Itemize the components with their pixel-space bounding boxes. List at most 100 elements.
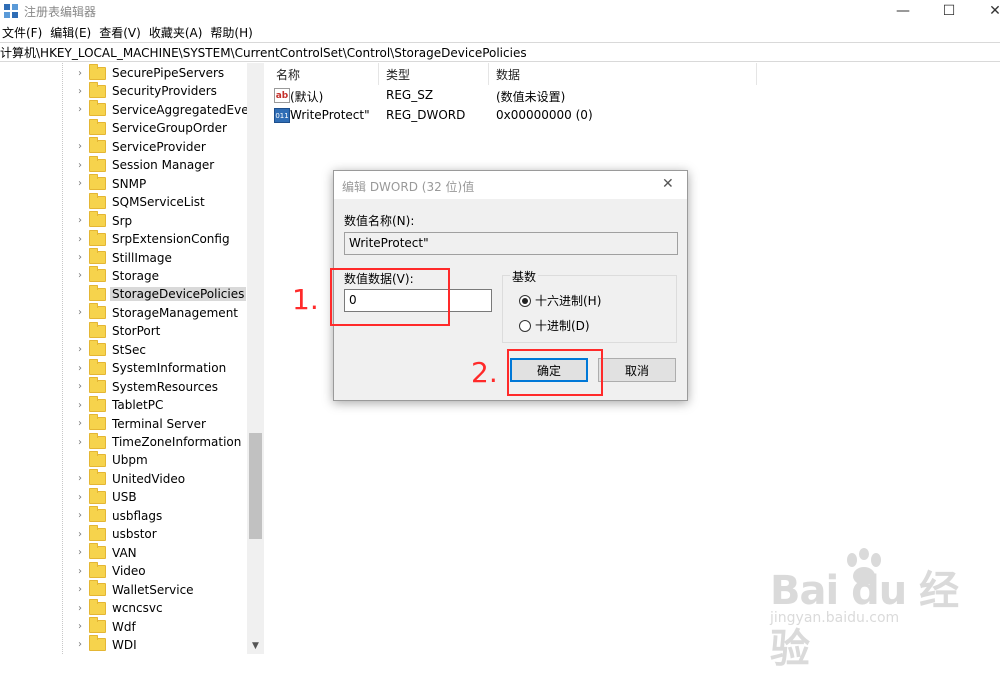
radio-dec-label[interactable]: 十进制(D) [535, 317, 590, 334]
tree-item-label[interactable]: Session Manager [110, 158, 216, 172]
tree-item[interactable]: › WDI [74, 635, 139, 654]
tree-item-label[interactable]: StillImage [110, 251, 174, 265]
close-button[interactable]: ✕ [972, 0, 1000, 22]
tree-item-label[interactable]: UnitedVideo [110, 472, 187, 486]
tree-item[interactable]: › SrpExtensionConfig [74, 229, 232, 248]
tree-item-label[interactable]: wcncsvc [110, 601, 165, 615]
column-header-data[interactable]: 数据 [496, 63, 520, 85]
tree-item-label[interactable]: StorageManagement [110, 306, 240, 320]
tree-item[interactable]: › TimeZoneInformation [74, 432, 243, 451]
dialog-close-icon[interactable]: ✕ [662, 176, 674, 192]
chevron-right-icon[interactable]: › [74, 492, 86, 503]
tree-item[interactable]: › usbstor [74, 524, 159, 543]
address-path[interactable]: 计算机\HKEY_LOCAL_MACHINE\SYSTEM\CurrentCon… [0, 44, 527, 61]
chevron-right-icon[interactable]: › [74, 86, 86, 97]
menu-file[interactable]: 文件(F) [0, 24, 48, 41]
chevron-right-icon[interactable]: › [74, 547, 86, 558]
chevron-right-icon[interactable]: › [74, 400, 86, 411]
chevron-right-icon[interactable]: › [74, 529, 86, 540]
tree-item[interactable]: › SecurePipeServers [74, 63, 226, 82]
tree-item-label[interactable]: SecurePipeServers [110, 66, 226, 80]
menu-view[interactable]: 查看(V) [97, 24, 147, 41]
tree-item-label[interactable]: Wdf [110, 620, 138, 634]
tree-item-label[interactable]: WalletService [110, 583, 196, 597]
tree-item[interactable]: › TabletPC [74, 395, 165, 414]
tree-item[interactable]: › SNMP [74, 174, 148, 193]
tree-item-label[interactable]: Terminal Server [110, 417, 208, 431]
menu-favorites[interactable]: 收藏夹(A) [147, 24, 209, 41]
tree-item-label[interactable]: StSec [110, 343, 148, 357]
tree-item-label[interactable]: TimeZoneInformation [110, 435, 243, 449]
tree-item[interactable]: › UnitedVideo [74, 469, 187, 488]
value-row-writeprotect[interactable]: 011 WriteProtect" REG_DWORD 0x00000000 (… [268, 106, 748, 125]
tree-item-label[interactable]: SrpExtensionConfig [110, 232, 232, 246]
scroll-down-icon[interactable]: ▼ [247, 637, 264, 654]
column-separator[interactable] [488, 63, 489, 85]
tree-item-label[interactable]: ServiceAggregatedEvents [110, 103, 263, 117]
chevron-right-icon[interactable]: › [74, 603, 86, 614]
tree-item[interactable]: StorageDevicePolicies [74, 284, 247, 303]
chevron-right-icon[interactable]: › [74, 234, 86, 245]
value-row-default[interactable]: ab (默认) REG_SZ (数值未设置) [268, 86, 748, 105]
chevron-right-icon[interactable]: › [74, 418, 86, 429]
tree-item-label[interactable]: ServiceProvider [110, 140, 208, 154]
value-name-field[interactable]: WriteProtect" [344, 232, 678, 255]
tree-item[interactable]: › usbflags [74, 506, 164, 525]
tree-item-label[interactable]: SecurityProviders [110, 84, 219, 98]
chevron-right-icon[interactable]: › [74, 363, 86, 374]
chevron-right-icon[interactable]: › [74, 510, 86, 521]
tree-item-label[interactable]: WDI [110, 638, 139, 652]
tree-item[interactable]: › Terminal Server [74, 414, 208, 433]
chevron-right-icon[interactable]: › [74, 344, 86, 355]
chevron-right-icon[interactable]: › [74, 566, 86, 577]
tree-item-label[interactable]: SQMServiceList [110, 195, 207, 209]
tree-item[interactable]: SQMServiceList [74, 192, 207, 211]
tree-item[interactable]: ServiceGroupOrder [74, 118, 229, 137]
cancel-button[interactable]: 取消 [598, 358, 676, 382]
chevron-right-icon[interactable]: › [74, 178, 86, 189]
tree-item[interactable]: › ServiceProvider [74, 137, 208, 156]
column-header-type[interactable]: 类型 [386, 63, 410, 85]
tree-item[interactable]: › Storage [74, 266, 161, 285]
chevron-right-icon[interactable]: › [74, 584, 86, 595]
tree-item-label[interactable]: Storage [110, 269, 161, 283]
chevron-right-icon[interactable]: › [74, 437, 86, 448]
tree-item-label[interactable]: SystemResources [110, 380, 220, 394]
radio-dec-icon[interactable] [519, 319, 531, 332]
registry-tree[interactable]: › SecurePipeServers › SecurityProviders › Ser… [0, 63, 264, 654]
radio-hex-label[interactable]: 十六进制(H) [535, 292, 601, 309]
column-header-name[interactable]: 名称 [276, 63, 300, 85]
tree-item-label[interactable]: ServiceGroupOrder [110, 121, 229, 135]
tree-item[interactable]: › StSec [74, 340, 148, 359]
tree-item[interactable]: › ServiceAggregatedEvents [74, 100, 263, 119]
tree-item-label[interactable]: usbflags [110, 509, 164, 523]
tree-item[interactable]: › SystemResources [74, 377, 220, 396]
tree-item-label[interactable]: StorageDevicePolicies [110, 287, 247, 302]
chevron-right-icon[interactable]: › [74, 307, 86, 318]
tree-item-label[interactable]: SystemInformation [110, 361, 228, 375]
menu-help[interactable]: 帮助(H) [208, 24, 258, 41]
tree-item[interactable]: › Srp [74, 211, 134, 230]
chevron-right-icon[interactable]: › [74, 215, 86, 226]
tree-item-label[interactable]: Video [110, 564, 148, 578]
tree-item[interactable]: › VAN [74, 543, 139, 562]
tree-item[interactable]: › USB [74, 487, 139, 506]
chevron-right-icon[interactable]: › [74, 160, 86, 171]
tree-item[interactable]: › wcncsvc [74, 598, 165, 617]
chevron-right-icon[interactable]: › [74, 381, 86, 392]
chevron-right-icon[interactable]: › [74, 270, 86, 281]
chevron-right-icon[interactable]: › [74, 621, 86, 632]
tree-item[interactable]: › Video [74, 561, 148, 580]
tree-item-label[interactable]: USB [110, 490, 139, 504]
radio-hex-icon[interactable] [519, 294, 531, 307]
radio-hex[interactable]: 十六进制(H) [519, 292, 601, 309]
tree-item[interactable]: › WalletService [74, 580, 196, 599]
tree-item-label[interactable]: StorPort [110, 324, 162, 338]
tree-item[interactable]: › StillImage [74, 248, 174, 267]
tree-item[interactable]: Ubpm [74, 450, 150, 469]
tree-item[interactable]: › Wdf [74, 617, 138, 636]
maximize-button[interactable]: ☐ [926, 0, 972, 22]
tree-item-label[interactable]: TabletPC [110, 398, 165, 412]
menu-edit[interactable]: 编辑(E) [48, 24, 97, 41]
tree-item[interactable]: › SystemInformation [74, 358, 228, 377]
